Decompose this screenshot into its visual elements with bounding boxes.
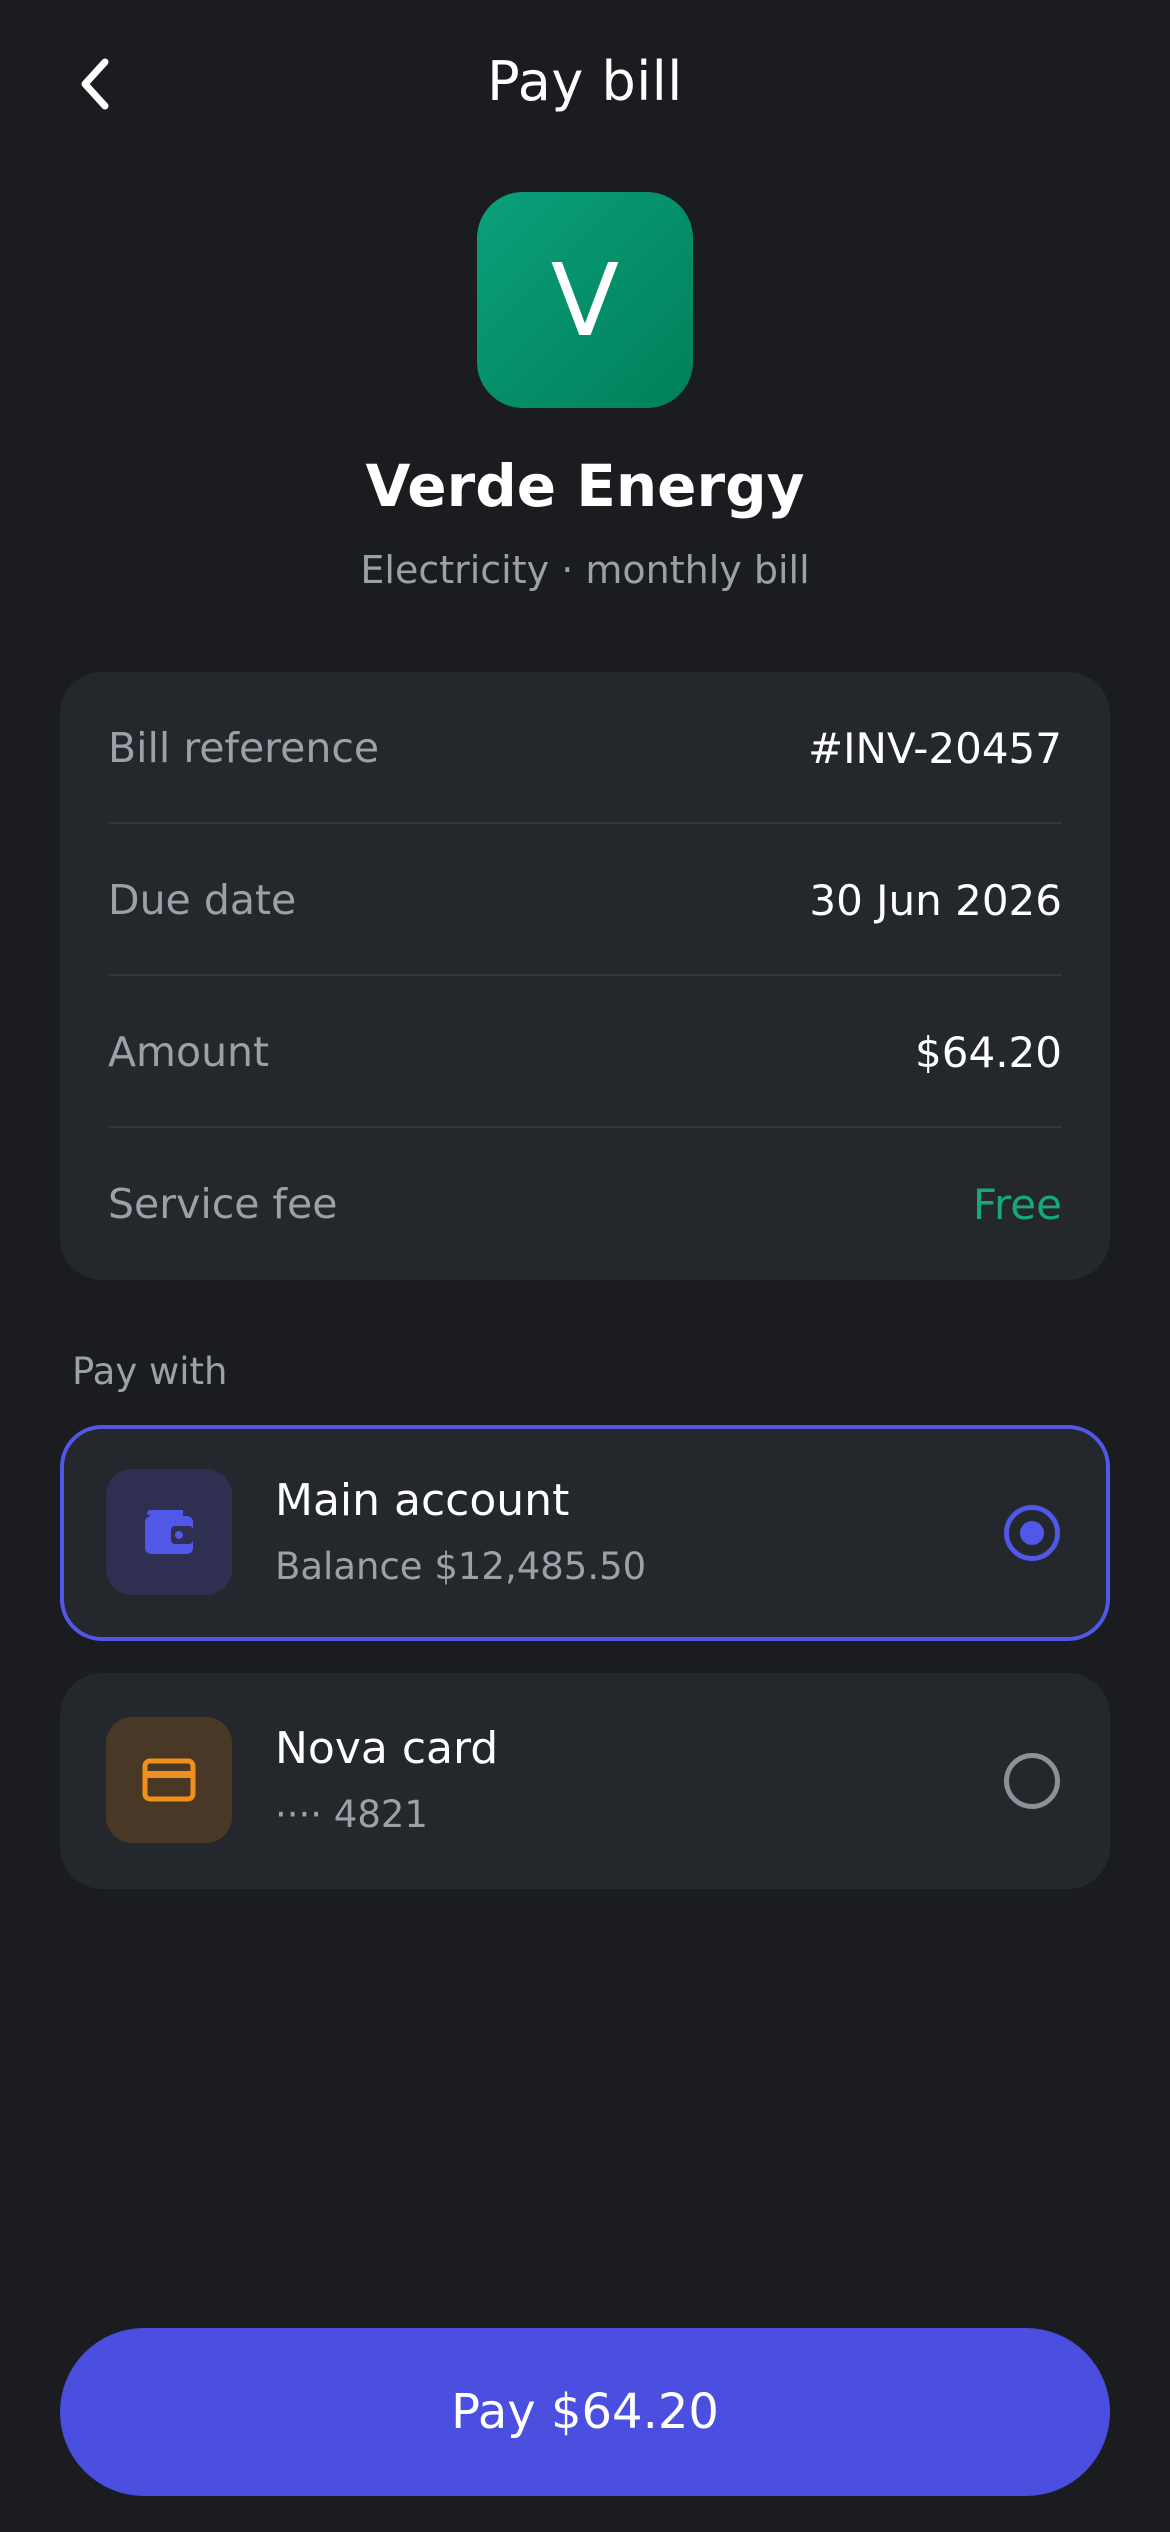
amount-row: Amount $64.20 bbox=[108, 976, 1062, 1128]
due-date-row: Due date 30 Jun 2026 bbox=[108, 824, 1062, 976]
detail-label: Due date bbox=[108, 876, 297, 924]
detail-label: Amount bbox=[108, 1028, 270, 1076]
card-icon-tile bbox=[106, 1717, 232, 1843]
merchant-name: Verde Energy bbox=[365, 452, 805, 520]
credit-card-icon bbox=[142, 1758, 196, 1802]
due-date-value: 30 Jun 2026 bbox=[809, 875, 1062, 925]
merchant-subtitle: Electricity · monthly bill bbox=[360, 548, 810, 592]
detail-label: Bill reference bbox=[108, 724, 380, 772]
radio-selected[interactable] bbox=[1004, 1505, 1060, 1561]
bill-reference-value: #INV-20457 bbox=[807, 723, 1062, 773]
pay-bill-screen: Pay bill V Verde Energy Electricity · mo… bbox=[0, 0, 1170, 2532]
bill-reference-row: Bill reference #INV-20457 bbox=[108, 672, 1062, 824]
method-name: Nova card bbox=[275, 1723, 499, 1774]
pay-button[interactable]: Pay $64.20 bbox=[60, 2328, 1110, 2496]
pay-with-label: Pay with bbox=[72, 1350, 228, 1393]
wallet-icon-tile bbox=[106, 1469, 232, 1595]
method-balance: Balance $12,485.50 bbox=[275, 1545, 647, 1588]
bill-details-card: Bill reference #INV-20457 Due date 30 Ju… bbox=[60, 672, 1110, 1280]
detail-label: Service fee bbox=[108, 1180, 338, 1228]
service-fee-row: Service fee Free bbox=[108, 1128, 1062, 1280]
payment-method-main-account[interactable]: Main account Balance $12,485.50 bbox=[60, 1425, 1110, 1641]
amount-value: $64.20 bbox=[915, 1027, 1062, 1077]
service-fee-value: Free bbox=[972, 1179, 1062, 1229]
header: Pay bill bbox=[0, 0, 1170, 170]
wallet-icon bbox=[145, 1510, 193, 1554]
merchant-logo: V bbox=[477, 192, 693, 408]
radio-dot bbox=[1020, 1521, 1044, 1545]
payment-method-nova-card[interactable]: Nova card ···· 4821 bbox=[60, 1673, 1110, 1889]
page-title: Pay bill bbox=[487, 50, 683, 113]
method-card-number: ···· 4821 bbox=[275, 1793, 428, 1836]
radio-unselected[interactable] bbox=[1004, 1753, 1060, 1809]
merchant-initial: V bbox=[550, 241, 620, 359]
method-name: Main account bbox=[275, 1475, 570, 1526]
